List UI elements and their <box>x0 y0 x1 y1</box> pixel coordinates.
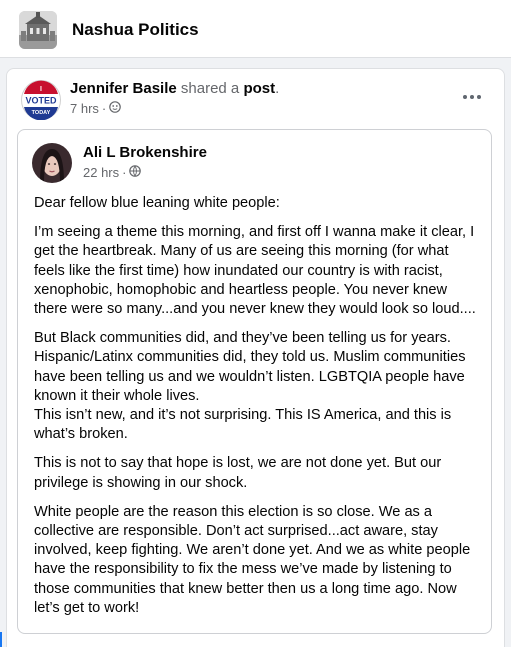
post-link[interactable]: post <box>243 80 275 97</box>
sharer-avatar[interactable]: I VOTED TODAY <box>21 80 61 121</box>
author-avatar[interactable] <box>32 143 72 183</box>
group-title[interactable]: Nashua Politics <box>72 20 199 40</box>
post-paragraph: But Black communities did, and they’ve b… <box>34 330 466 443</box>
public-globe-icon <box>109 101 122 116</box>
avatar-badge-top: I <box>40 86 42 93</box>
i-voted-sticker-icon: I VOTED TODAY <box>21 80 61 121</box>
post-time[interactable]: 7 hrs <box>70 101 99 116</box>
group-header: Nashua Politics <box>0 0 511 58</box>
sharer-line: Jennifer Basile shared a post. <box>70 80 279 97</box>
sharer-name[interactable]: Jennifer Basile <box>70 80 177 97</box>
post-paragraph: Dear fellow blue leaning white people: <box>34 195 280 211</box>
author-name[interactable]: Ali L Brokenshire <box>83 144 207 161</box>
dot <box>470 95 474 99</box>
post-meta: 7 hrs · <box>70 101 122 116</box>
more-options-button[interactable] <box>457 87 487 107</box>
meta-separator: · <box>101 101 107 116</box>
group-thumbnail[interactable] <box>19 11 57 49</box>
dot <box>477 95 481 99</box>
shared-post-time[interactable]: 22 hrs <box>83 165 119 180</box>
post-card: I VOTED TODAY Jennifer Basile shared a p… <box>6 68 505 647</box>
post-paragraph: White people are the reason this electio… <box>34 503 471 616</box>
avatar-badge-middle: VOTED <box>25 96 57 106</box>
public-globe-icon <box>129 165 142 180</box>
meta-separator: · <box>122 165 127 180</box>
profile-photo-icon <box>32 143 72 183</box>
shared-text: shared a <box>176 80 244 97</box>
period: . <box>275 80 280 97</box>
dot <box>463 95 467 99</box>
left-accent-bar <box>0 632 2 647</box>
post-paragraph: I’m seeing a theme this morning, and fir… <box>34 224 476 318</box>
shared-post-card[interactable]: Ali L Brokenshire 22 hrs · Dear fellow b… <box>17 129 492 634</box>
shared-post-body: Dear fellow blue leaning white people: I… <box>34 194 482 628</box>
post-paragraph: This is not to say that hope is lost, we… <box>34 455 442 491</box>
building-photo-icon <box>19 11 57 49</box>
shared-post-meta: 22 hrs · <box>83 165 142 180</box>
avatar-badge-bottom: TODAY <box>32 110 51 116</box>
